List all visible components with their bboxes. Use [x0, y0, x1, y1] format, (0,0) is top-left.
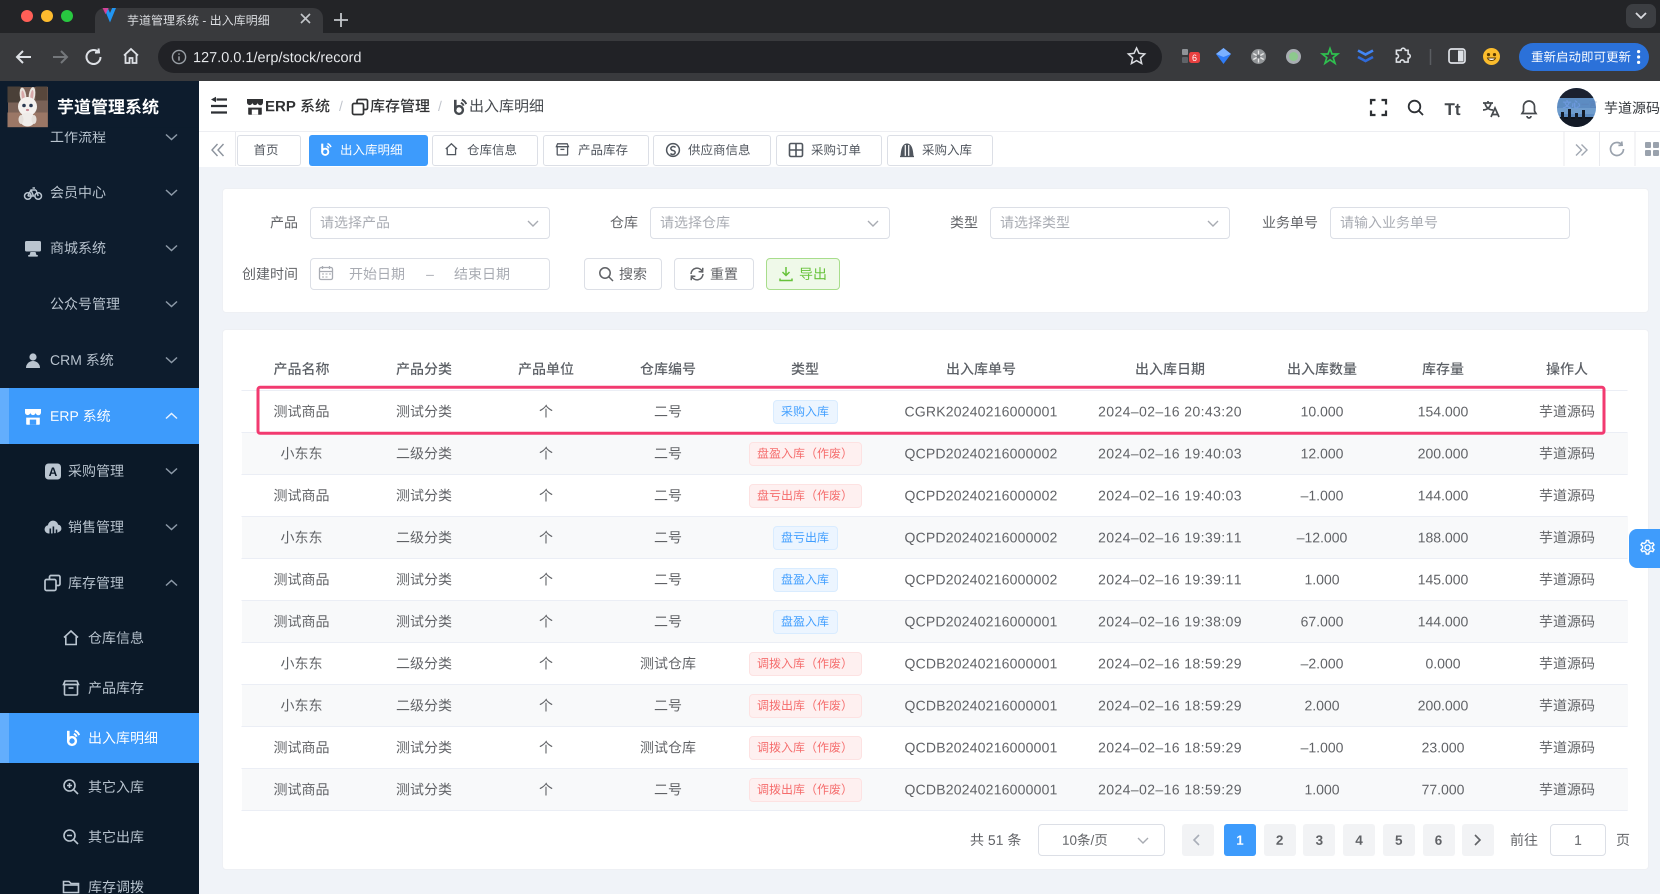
svg-text:A: A — [49, 465, 58, 479]
svg-text:6: 6 — [1192, 53, 1197, 63]
